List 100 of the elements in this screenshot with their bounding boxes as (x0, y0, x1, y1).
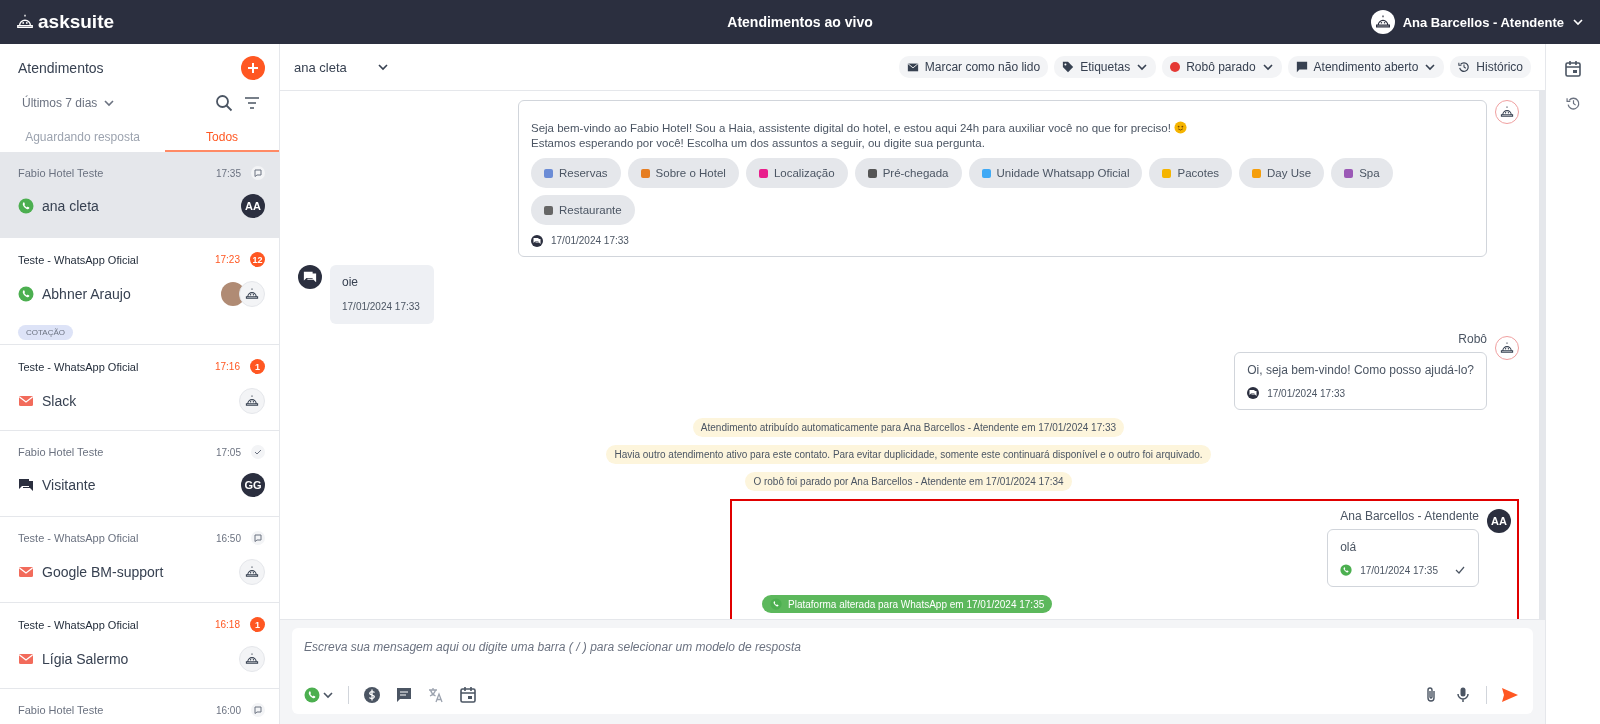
system-message: Havia outro atendimento ativo para este contato. Para evitar duplicidade, somente este continuará disponível e o outro foi arquivado. (606, 445, 1211, 464)
message-time: 17/01/2024 17:33 (551, 234, 629, 248)
conversation-time: 16:18 (214, 619, 240, 630)
quick-reply-button[interactable]: Localização (745, 158, 848, 188)
search-icon[interactable] (215, 94, 233, 112)
robot-icon (16, 13, 34, 31)
message-bubble: oie 17/01/2024 17:33 (330, 265, 434, 324)
account-name: Fabio Hotel Teste (18, 704, 105, 716)
send-icon[interactable] (1501, 686, 1519, 704)
avatar: AA (1487, 509, 1511, 533)
chevron-down-icon (1572, 16, 1584, 28)
message-composer[interactable]: Escreva sua mensagem aqui ou digite uma barra ( / ) para selecionar um modelo de resposta (292, 628, 1533, 714)
system-message: O robô foi parado por Ana Barcellos - Atendente em 17/01/2024 17:34 (745, 472, 1072, 491)
conversation-time: 17:35 (215, 167, 241, 179)
conversation-time: 17:05 (215, 446, 241, 458)
toolbar-button[interactable]: Atendimento aberto (1287, 56, 1445, 78)
smiley-icon (1174, 121, 1188, 134)
check-icon (251, 445, 265, 459)
message-text: Oi, seja bem-vindo! Como posso ajudá-lo? (1247, 363, 1474, 377)
page-title: Atendimentos ao vivo (727, 14, 873, 30)
period-dropdown[interactable]: Últimos 7 dias (22, 96, 116, 110)
quick-reply-button[interactable]: Day Use (1239, 158, 1325, 188)
tag-label: COTAÇÃO (18, 325, 73, 340)
whatsapp-icon (18, 198, 34, 214)
unread-count-badge: 1 (250, 359, 265, 374)
quick-reply-button[interactable]: Restaurante (531, 195, 635, 225)
message-time: 17/01/2024 17:35 (1360, 564, 1438, 576)
toolbar-button[interactable]: Marcar como não lido (898, 56, 1049, 78)
quick-reply-button[interactable]: Sobre o Hotel (627, 158, 739, 188)
mail-icon (18, 564, 34, 580)
logo[interactable]: asksuite (16, 11, 115, 33)
account-name: Fabio Hotel Teste (18, 167, 105, 179)
toolbar-button[interactable]: Histórico (1450, 56, 1531, 78)
whatsapp-icon (18, 286, 34, 302)
conversation-item[interactable]: Fabio Hotel Teste 17:35 ana cleta AA (0, 152, 279, 238)
chat-icon (1247, 387, 1260, 399)
chat-bubble-icon (251, 531, 265, 545)
add-button[interactable] (241, 56, 265, 80)
sender-name: Robô (1458, 332, 1487, 346)
conversation-time: 17:23 (214, 254, 240, 265)
avatar: GG (241, 473, 265, 497)
sender-name: Ana Barcellos - Atendente (1340, 509, 1479, 523)
chevron-down-icon (103, 97, 116, 109)
contact-dropdown[interactable]: ana cleta (294, 59, 389, 75)
robot-icon (245, 652, 259, 666)
conversation-item[interactable]: Teste - WhatsApp Oficial 17:16 1 Slack (0, 345, 279, 431)
chat-bubble-icon (251, 703, 265, 717)
toolbar-button[interactable]: Etiquetas (1054, 56, 1157, 78)
microphone-icon[interactable] (1454, 686, 1472, 704)
chevron-down-icon (376, 61, 389, 73)
quick-reply-button[interactable]: Unidade Whatsapp Oficial (968, 158, 1143, 188)
message-text: Estamos esperando por você! Escolha um dos assuntos a seguir, ou digite sua pergunta. (531, 136, 986, 151)
conversation-time: 16:00 (215, 704, 241, 716)
quick-reply-button[interactable]: Spa (1331, 158, 1393, 188)
unread-count-badge: 1 (250, 617, 265, 632)
account-name: Teste - WhatsApp Oficial (18, 532, 140, 544)
account-name: Teste - WhatsApp Oficial (18, 253, 140, 266)
history-icon (1458, 61, 1471, 73)
conversation-time: 17:16 (214, 361, 240, 372)
history-icon[interactable] (1565, 96, 1581, 111)
tag-icon (1062, 61, 1075, 73)
message-time: 17/01/2024 17:33 (1267, 387, 1346, 399)
quick-reply-button[interactable]: Pré-chegada (854, 158, 962, 188)
robot-icon (245, 287, 259, 301)
platform-change-message: Plataforma alterada para WhatsApp em 17/01/2024 17:35 (762, 595, 1053, 613)
conversation-item[interactable]: Teste - WhatsApp Oficial 17:23 12 Abhner Araujo COTAÇÃO (0, 238, 279, 345)
chat-bubble-icon (251, 166, 265, 180)
account-name: Teste - WhatsApp Oficial (18, 360, 140, 373)
comment-icon (1295, 61, 1308, 73)
chat-icon (531, 234, 543, 247)
message-text: Seja bem-vindo ao Fabio Hotel! Sou a Haia, assistente digital do hotel, e estou aqui 24h para auxiliar você no que for preciso! (531, 122, 1171, 134)
conversation-item[interactable]: Fabio Hotel Teste 17:05 Visitante GG (0, 431, 279, 517)
unread-count-badge: 12 (250, 252, 265, 267)
contact-name: Visitante (42, 477, 97, 493)
mail-icon (18, 393, 34, 409)
conversation-time: 16:50 (215, 532, 241, 544)
sidebar-title: Atendimentos (18, 60, 104, 76)
calendar-icon[interactable] (459, 686, 477, 704)
conversation-item[interactable]: Teste - WhatsApp Oficial 16:50 Google BM-support (0, 517, 279, 603)
plus-icon (247, 62, 259, 74)
mail-icon (18, 651, 34, 667)
filter-icon[interactable] (243, 94, 261, 112)
toolbar-button[interactable]: Robô parado (1162, 56, 1282, 78)
conversation-item[interactable]: Teste - WhatsApp Oficial 16:18 1 Lígia Salermo (0, 603, 279, 689)
mail-icon (906, 61, 919, 73)
calendar-icon[interactable] (1564, 60, 1582, 78)
quick-reply-button[interactable]: Pacotes (1149, 158, 1233, 188)
comment-icon[interactable] (395, 686, 413, 704)
contact-name: Slack (42, 393, 78, 409)
contact-name: Google BM-support (42, 564, 165, 580)
whatsapp-icon (304, 687, 320, 703)
account-name: Teste - WhatsApp Oficial (18, 618, 140, 631)
message-input[interactable]: Escreva sua mensagem aqui ou digite uma barra ( / ) para selecionar um modelo de resposta (304, 628, 1519, 666)
chat-icon (18, 477, 34, 493)
chat-icon (298, 265, 322, 289)
robot-icon (1500, 105, 1514, 119)
user-name[interactable]: Ana Barcellos - Atendente (1402, 14, 1564, 30)
dollar-icon[interactable] (363, 686, 381, 704)
quick-reply-button[interactable]: Reservas (531, 158, 621, 188)
conversation-item[interactable]: Fabio Hotel Teste 16:00 (0, 689, 279, 724)
